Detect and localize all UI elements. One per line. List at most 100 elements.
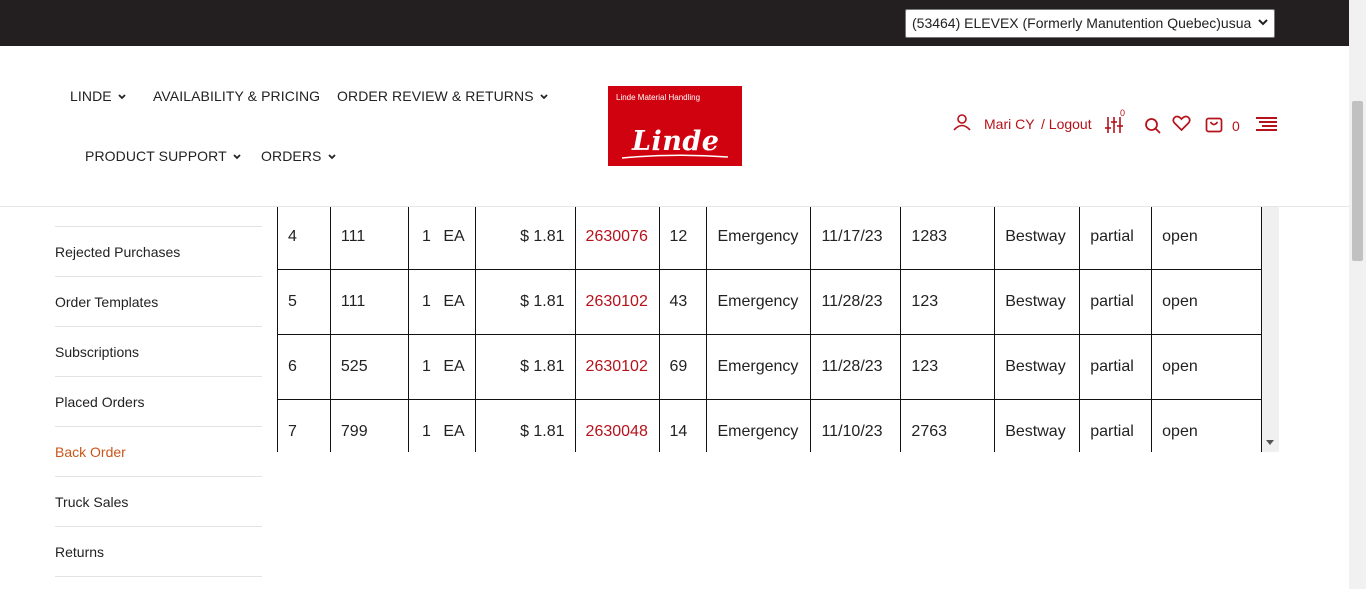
- chevron-down-icon: [118, 94, 126, 100]
- search-icon[interactable]: [1144, 117, 1162, 135]
- chevron-down-icon: [540, 94, 548, 100]
- chevron-down-icon: [233, 154, 241, 160]
- site-header: LINDE AVAILABILITY & PRICING ORDER REVIE…: [0, 46, 1349, 207]
- row-number-cell: 7: [277, 399, 331, 452]
- nav-linde[interactable]: LINDE: [70, 88, 126, 104]
- wishlist-heart-icon[interactable]: [1172, 115, 1191, 132]
- order-type-cell: Emergency: [706, 334, 812, 400]
- date-cell: 11/17/23: [810, 206, 902, 270]
- compare-icon[interactable]: [1105, 116, 1123, 134]
- logo-tagline: Linde Material Handling: [616, 93, 701, 102]
- ship-method-cell: Bestway: [994, 399, 1081, 452]
- date-cell: 11/10/23: [810, 399, 902, 452]
- nav-orders-label: ORDERS: [261, 148, 322, 164]
- user-icon[interactable]: [953, 113, 973, 131]
- quantity-value: 1: [422, 358, 431, 375]
- part-number-cell: 525: [329, 334, 409, 400]
- sidebar-item-back-order[interactable]: Back Order: [55, 427, 262, 477]
- chevron-down-icon: [1258, 19, 1268, 26]
- part-number-cell: 111: [329, 269, 409, 335]
- cart-icon[interactable]: [1205, 115, 1223, 133]
- quantity-value: 1: [422, 228, 431, 245]
- ship-method-cell: Bestway: [994, 269, 1081, 335]
- sidebar-item-returns[interactable]: Returns: [55, 527, 262, 577]
- nav-order-review-returns[interactable]: ORDER REVIEW & RETURNS: [337, 88, 548, 104]
- user-name[interactable]: Mari CY: [984, 116, 1035, 132]
- order-number-link[interactable]: 2630076: [574, 206, 660, 270]
- nav-orders[interactable]: ORDERS: [261, 148, 336, 164]
- sidebar-item-subscriptions[interactable]: Subscriptions: [55, 327, 262, 377]
- quantity-cell: 1 EA: [407, 334, 476, 400]
- table-row: 5 111 1 EA $ 1.81 2630102 43 Emergency 11/28/23…: [277, 269, 1262, 335]
- unit-of-measure: EA: [443, 228, 465, 245]
- row-number-cell: 5: [277, 269, 331, 335]
- part-number-cell: 111: [329, 206, 409, 270]
- row-number-cell: 4: [277, 206, 331, 270]
- sidebar-item-order-templates[interactable]: Order Templates: [55, 277, 262, 327]
- quantity-cell: 1 EA: [407, 206, 476, 270]
- po-number-cell: 123: [900, 269, 996, 335]
- table-scrollbar[interactable]: [1262, 206, 1279, 452]
- unit-of-measure: EA: [443, 293, 465, 310]
- status-cell: open: [1151, 206, 1262, 270]
- nav-order-review-label: ORDER REVIEW & RETURNS: [337, 88, 534, 104]
- status-cell: open: [1151, 269, 1262, 335]
- unit-of-measure: EA: [443, 423, 465, 440]
- account-select[interactable]: (53464) ELEVEX (Formerly Manutention Que…: [905, 9, 1275, 38]
- fill-status-cell: partial: [1079, 269, 1153, 335]
- quantity-value: 1: [422, 423, 431, 440]
- po-number-cell: 1283: [900, 206, 996, 270]
- nav-product-support-label: PRODUCT SUPPORT: [85, 148, 227, 164]
- order-type-cell: Emergency: [706, 206, 812, 270]
- sidebar-item-truck-sales[interactable]: Truck Sales: [55, 477, 262, 527]
- po-number-cell: 123: [900, 334, 996, 400]
- table-row: 4 111 1 EA $ 1.81 2630076 12 Emergency 11/17/23…: [277, 206, 1262, 270]
- chevron-down-icon: [327, 154, 336, 160]
- line-number-cell: 14: [658, 399, 708, 452]
- logout-link[interactable]: / Logout: [1041, 116, 1092, 132]
- date-cell: 11/28/23: [810, 269, 902, 335]
- price-cell: $ 1.81: [474, 399, 576, 452]
- window-scrollbar[interactable]: [1349, 0, 1366, 589]
- quantity-value: 1: [422, 293, 431, 310]
- table-row: 7 799 1 EA $ 1.81 2630048 14 Emergency 11/10/23…: [277, 399, 1262, 452]
- line-number-cell: 69: [658, 334, 708, 400]
- date-cell: 11/28/23: [810, 334, 902, 400]
- order-number-link[interactable]: 2630102: [574, 269, 660, 335]
- nav-availability-label: AVAILABILITY & PRICING: [153, 88, 321, 104]
- order-type-cell: Emergency: [706, 399, 812, 452]
- part-number-cell: 799: [329, 399, 409, 452]
- top-bar: (53464) ELEVEX (Formerly Manutention Que…: [0, 0, 1366, 46]
- price-cell: $ 1.81: [474, 269, 576, 335]
- price-cell: $ 1.81: [474, 334, 576, 400]
- cart-count: 0: [1232, 118, 1240, 134]
- order-number-link[interactable]: 2630102: [574, 334, 660, 400]
- scroll-down-arrow-icon[interactable]: [1266, 440, 1274, 445]
- nav-linde-label: LINDE: [70, 88, 112, 104]
- ship-method-cell: Bestway: [994, 334, 1081, 400]
- quantity-cell: 1 EA: [407, 399, 476, 452]
- po-number-cell: 2763: [900, 399, 996, 452]
- nav-product-support[interactable]: PRODUCT SUPPORT: [85, 148, 241, 164]
- sidebar-item-placed-orders[interactable]: Placed Orders: [55, 377, 262, 427]
- fill-status-cell: partial: [1079, 206, 1153, 270]
- compare-count: 0: [1120, 108, 1126, 118]
- window-scrollbar-thumb[interactable]: [1352, 101, 1363, 261]
- account-sidebar: Rejected Purchases Order Templates Subsc…: [55, 206, 262, 577]
- fill-status-cell: partial: [1079, 334, 1153, 400]
- order-number-link[interactable]: 2630048: [574, 399, 660, 452]
- price-cell: $ 1.81: [474, 206, 576, 270]
- sidebar-item-partial: [55, 206, 262, 227]
- sidebar-item-rejected-purchases[interactable]: Rejected Purchases: [55, 227, 262, 277]
- fill-status-cell: partial: [1079, 399, 1153, 452]
- logo-swoosh: [621, 154, 729, 159]
- quantity-cell: 1 EA: [407, 269, 476, 335]
- back-order-table-container[interactable]: 4 111 1 EA $ 1.81 2630076 12 Emergency 11/17/23…: [277, 206, 1279, 452]
- ship-method-cell: Bestway: [994, 206, 1081, 270]
- order-type-cell: Emergency: [706, 269, 812, 335]
- menu-icon[interactable]: [1256, 116, 1278, 132]
- linde-logo[interactable]: Linde Material Handling Linde: [608, 86, 742, 166]
- status-cell: open: [1151, 334, 1262, 400]
- account-select-value: (53464) ELEVEX (Formerly Manutention Que…: [912, 15, 1252, 31]
- nav-availability-pricing[interactable]: AVAILABILITY & PRICING: [153, 88, 320, 104]
